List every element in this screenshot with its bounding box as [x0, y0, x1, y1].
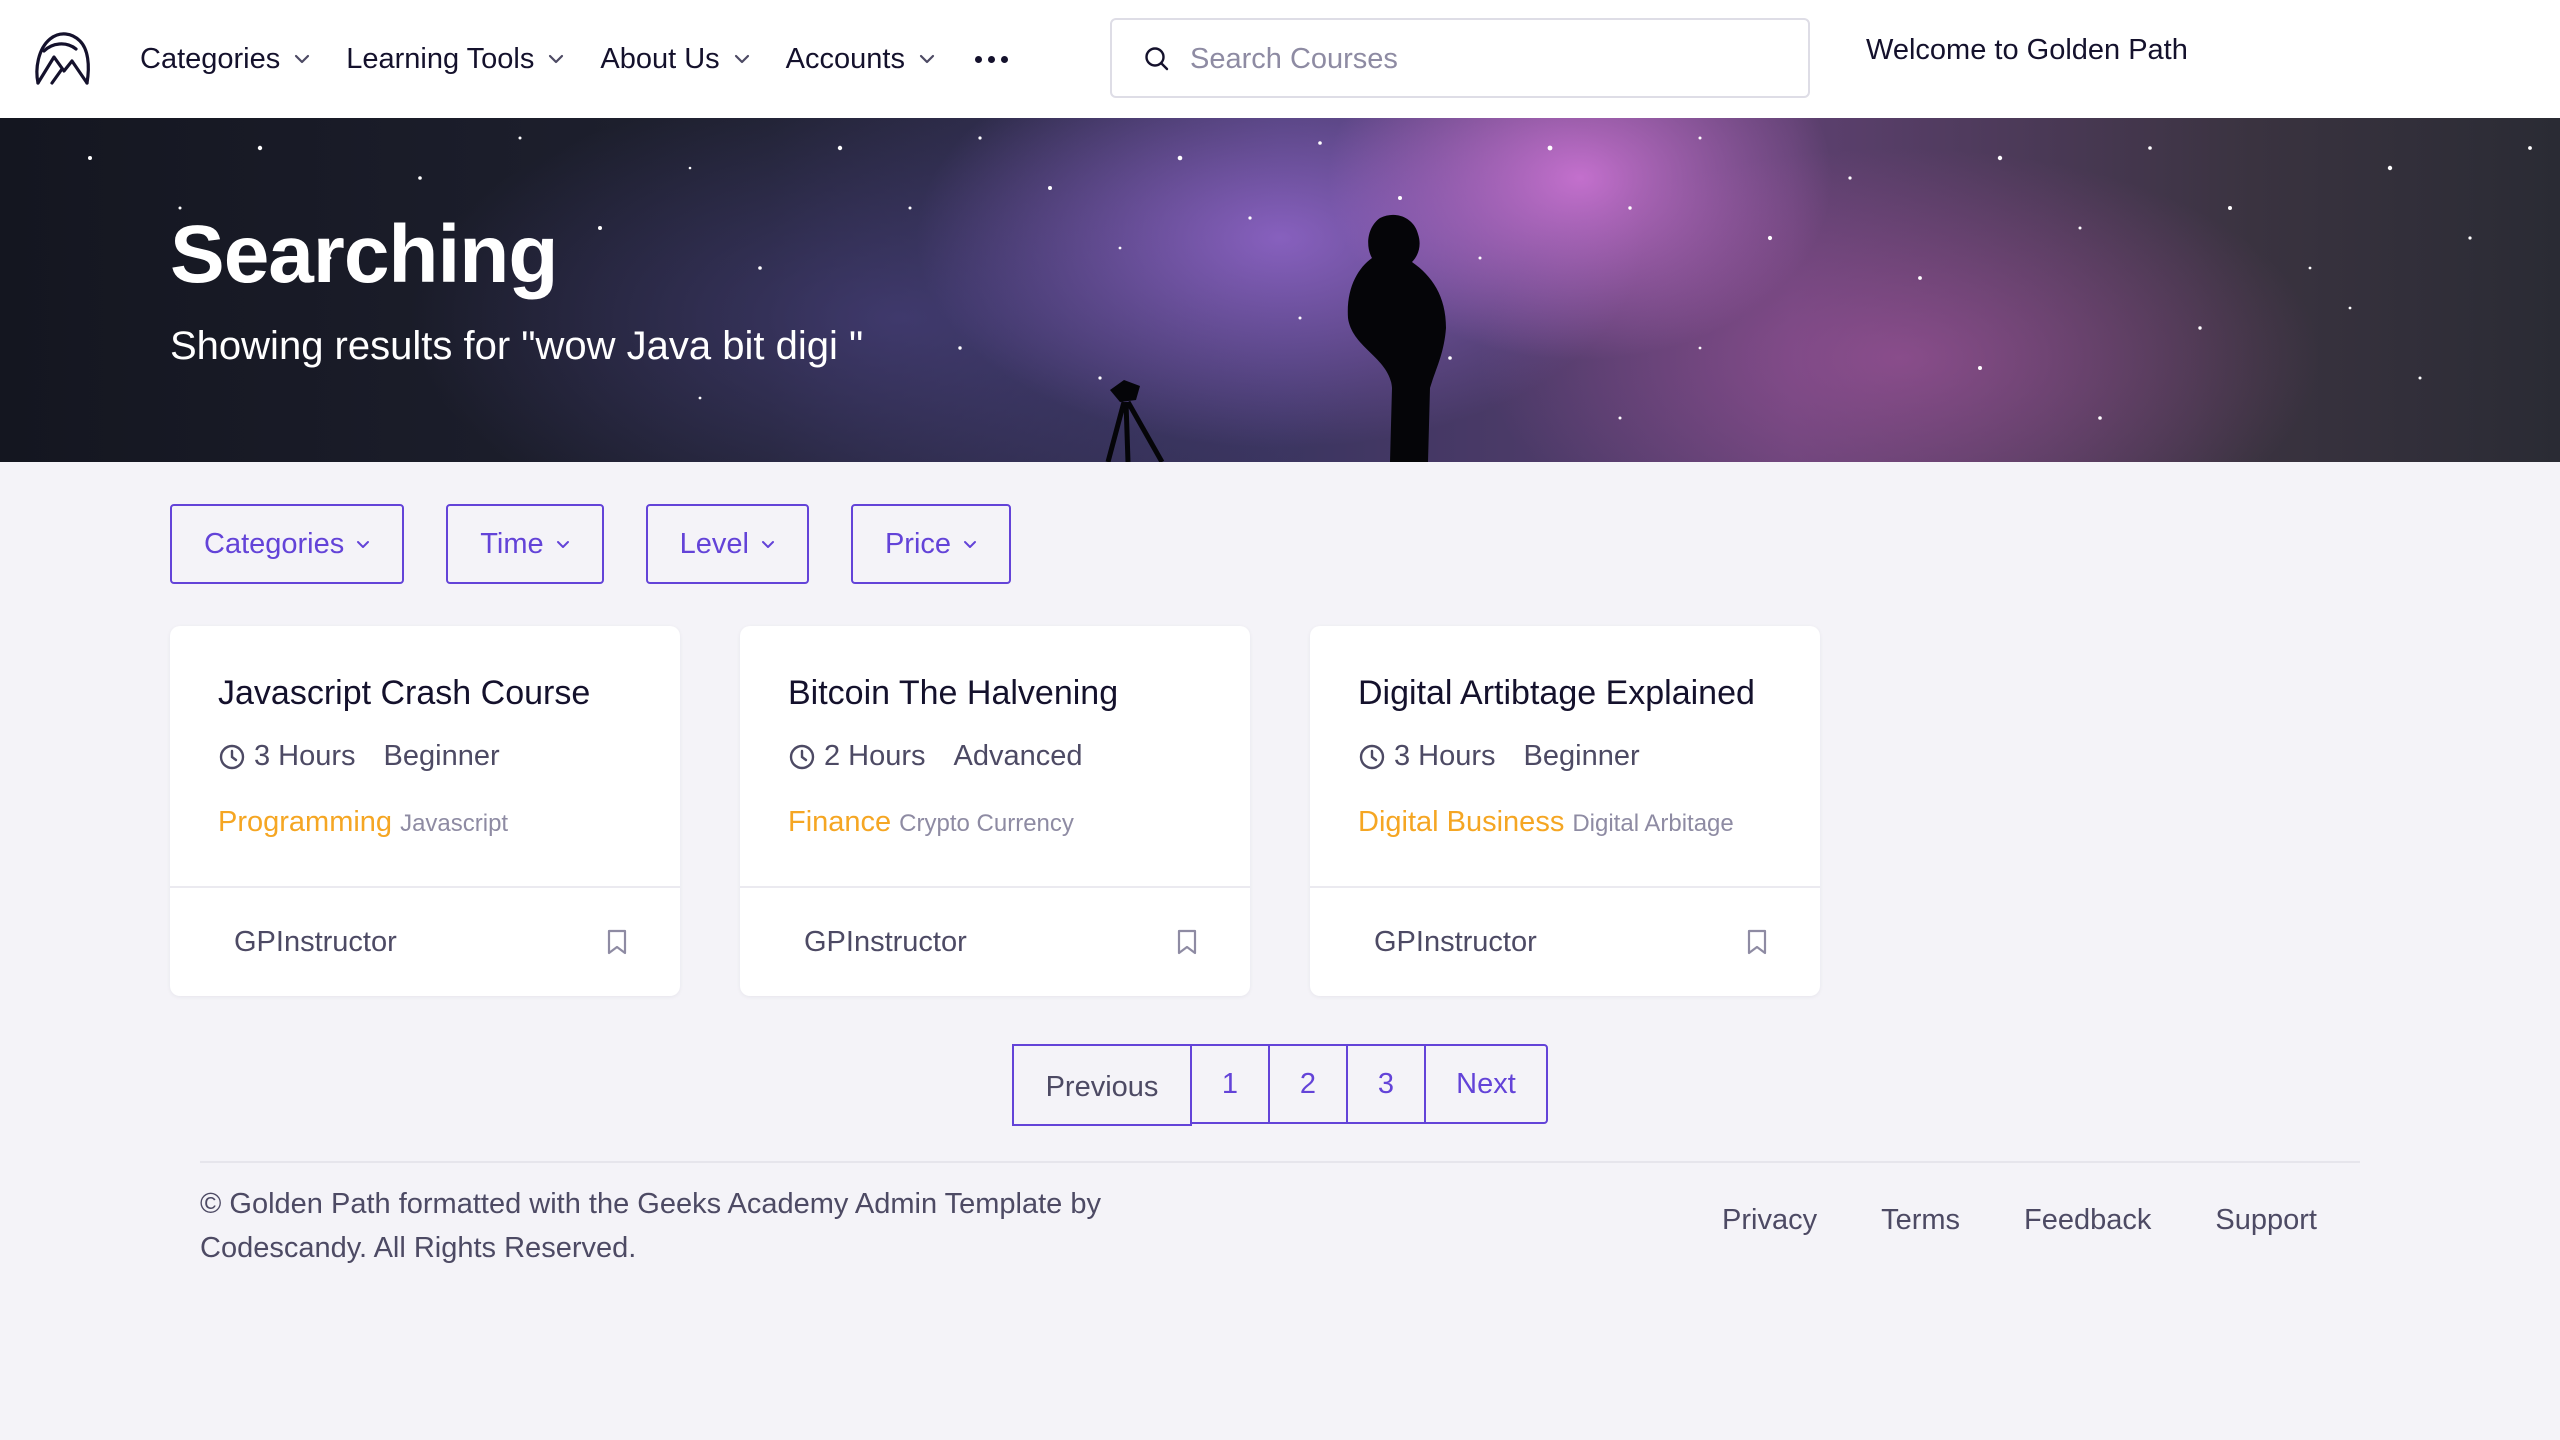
card-divider — [1310, 886, 1820, 888]
course-title[interactable]: Javascript Crash Course — [218, 674, 590, 713]
filter-level-button[interactable]: Level — [645, 504, 809, 584]
course-subcategory[interactable]: Crypto Currency — [899, 810, 1074, 838]
course-meta: 3 Hours Beginner — [1358, 740, 1640, 773]
more-dots-icon[interactable] — [974, 55, 1008, 63]
course-card[interactable]: Javascript Crash Course 3 Hours Beginner… — [170, 626, 680, 996]
course-duration: 3 Hours — [254, 740, 356, 772]
course-card[interactable]: Bitcoin The Halvening 2 Hours Advanced F… — [740, 626, 1250, 996]
chevron-down-icon — [295, 54, 310, 64]
footer-link-terms[interactable]: Terms — [1881, 1204, 1960, 1237]
welcome-text: Welcome to Golden Path — [1866, 34, 2188, 66]
golden-path-logo[interactable] — [32, 29, 92, 87]
nav-item-categories[interactable]: Categories — [140, 43, 310, 76]
course-categories: Finance Crypto Currency — [788, 806, 1074, 839]
footer-link-support[interactable]: Support — [2215, 1204, 2317, 1237]
next-page-button[interactable]: Next — [1424, 1044, 1548, 1124]
filter-time-button[interactable]: Time — [446, 504, 604, 584]
search-input[interactable] — [1190, 32, 1790, 86]
chevron-down-icon — [357, 540, 370, 548]
clock-icon — [1359, 744, 1385, 769]
course-categories: Digital Business Digital Arbitage — [1358, 806, 1734, 839]
main-nav: Categories Learning Tools About Us Accou… — [140, 0, 1008, 118]
filter-label: Price — [884, 527, 952, 560]
course-card[interactable]: Digital Artibtage Explained 3 Hours Begi… — [1310, 626, 1820, 996]
course-instructor: GPInstructor — [804, 926, 967, 958]
course-subcategory[interactable]: Digital Arbitage — [1572, 810, 1733, 838]
course-instructor: GPInstructor — [234, 926, 397, 958]
page-1-button[interactable]: 1 — [1190, 1044, 1270, 1124]
top-navbar: Categories Learning Tools About Us Accou… — [0, 0, 2560, 118]
chevron-down-icon — [919, 54, 935, 64]
filter-categories-button[interactable]: Categories — [170, 504, 405, 584]
nav-item-about-us[interactable]: About Us — [600, 43, 749, 76]
filter-label: Level — [679, 527, 749, 560]
course-category[interactable]: Programming — [218, 806, 392, 839]
course-subcategory[interactable]: Javascript — [400, 810, 508, 838]
nav-item-label: About Us — [600, 42, 720, 75]
footer-link-feedback[interactable]: Feedback — [2024, 1204, 2151, 1237]
footer-copyright: © Golden Path formatted with the Geeks A… — [200, 1188, 1101, 1264]
course-meta: 3 Hours Beginner — [218, 740, 500, 773]
course-level: Advanced — [953, 740, 1083, 772]
search-bar — [1110, 18, 1810, 98]
card-divider — [170, 886, 680, 888]
nav-item-label: Accounts — [785, 42, 905, 75]
bookmark-icon[interactable] — [1746, 928, 1768, 956]
pagination: Previous 1 2 3 Next — [1012, 1044, 1548, 1126]
card-divider — [740, 886, 1250, 888]
course-category[interactable]: Digital Business — [1358, 806, 1564, 839]
filter-bar: Categories Time Level Price — [170, 504, 1012, 584]
chevron-down-icon — [549, 54, 564, 64]
footer-links: Privacy Terms Feedback Support — [1722, 1204, 2317, 1237]
course-level: Beginner — [383, 740, 500, 772]
course-title[interactable]: Bitcoin The Halvening — [788, 674, 1118, 713]
previous-page-button[interactable]: Previous — [1012, 1044, 1192, 1126]
course-level: Beginner — [1523, 740, 1640, 772]
course-categories: Programming Javascript — [218, 806, 508, 839]
chevron-down-icon — [556, 540, 569, 548]
bookmark-icon[interactable] — [1176, 928, 1198, 956]
nav-item-label: Categories — [140, 42, 281, 75]
course-duration: 2 Hours — [824, 740, 926, 772]
course-meta: 2 Hours Advanced — [788, 740, 1083, 773]
chevron-down-icon — [761, 540, 774, 548]
bookmark-icon[interactable] — [606, 928, 628, 956]
course-title[interactable]: Digital Artibtage Explained — [1358, 674, 1755, 713]
page-3-button[interactable]: 3 — [1346, 1044, 1426, 1124]
footer-divider — [200, 1161, 2360, 1163]
filter-label: Categories — [204, 527, 345, 560]
search-results-subtitle: Showing results for "wow Java bit digi " — [170, 324, 864, 368]
filter-label: Time — [480, 527, 544, 560]
chevron-down-icon — [734, 54, 749, 64]
course-instructor: GPInstructor — [1374, 926, 1537, 958]
clock-icon — [789, 744, 815, 769]
course-category[interactable]: Finance — [788, 806, 891, 839]
hero-banner: Searching Showing results for "wow Java … — [0, 118, 2560, 462]
course-duration: 3 Hours — [1394, 740, 1496, 772]
nav-item-accounts[interactable]: Accounts — [786, 43, 935, 76]
filter-price-button[interactable]: Price — [850, 504, 1012, 584]
footer-link-privacy[interactable]: Privacy — [1722, 1204, 1817, 1237]
search-icon — [1145, 47, 1169, 71]
clock-icon — [219, 744, 245, 769]
page-2-button[interactable]: 2 — [1268, 1044, 1348, 1124]
chevron-down-icon — [964, 540, 977, 548]
nav-item-label: Learning Tools — [346, 42, 535, 75]
page-title: Searching — [170, 209, 558, 300]
nav-item-learning-tools[interactable]: Learning Tools — [346, 43, 564, 76]
